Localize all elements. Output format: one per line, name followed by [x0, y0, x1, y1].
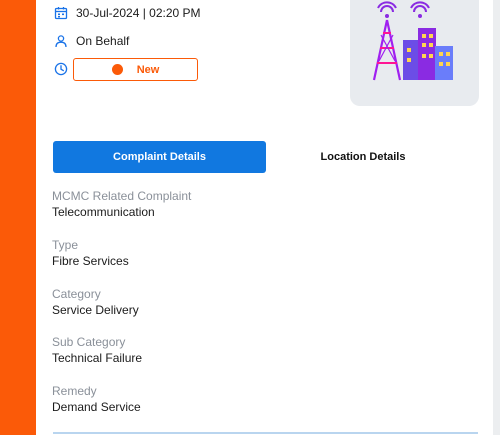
status-accent-stripe: [0, 0, 36, 435]
telecom-tower-buildings-illustration: [372, 1, 453, 81]
field-value: Demand Service: [52, 400, 141, 414]
tab-complaint-details[interactable]: Complaint Details: [53, 141, 266, 173]
field-mcmc-related-complaint: MCMC Related Complaint Telecommunication: [52, 189, 191, 220]
tab-location-details[interactable]: Location Details: [288, 141, 438, 173]
field-remedy: Remedy Demand Service: [52, 384, 141, 415]
complaint-datetime: 30-Jul-2024 | 02:20 PM: [76, 6, 201, 20]
clock-icon: [54, 62, 68, 76]
section-divider: [53, 432, 478, 434]
field-category: Category Service Delivery: [52, 287, 139, 318]
field-sub-category: Sub Category Technical Failure: [52, 335, 142, 366]
field-label: Remedy: [52, 384, 97, 398]
status-dot: [111, 64, 123, 75]
status-badge: New: [73, 58, 198, 81]
field-value: Fibre Services: [52, 254, 129, 268]
person-icon: [55, 35, 67, 48]
on-behalf-row: On Behalf: [54, 34, 129, 48]
calendar-icon: [54, 7, 68, 20]
on-behalf-label: On Behalf: [76, 34, 130, 48]
status-text: New: [136, 63, 160, 76]
field-value: Service Delivery: [52, 303, 139, 317]
date-row: 30-Jul-2024 | 02:20 PM: [54, 6, 201, 20]
field-value: Telecommunication: [52, 205, 155, 219]
field-label: Type: [52, 238, 79, 252]
page-background-edge: [493, 0, 500, 435]
complaint-card: 30-Jul-2024 | 02:20 PM On Behalf New Com…: [36, 0, 493, 435]
field-value: Technical Failure: [52, 351, 143, 365]
field-label: Sub Category: [52, 335, 126, 349]
field-label: Category: [52, 287, 101, 301]
field-type: Type Fibre Services: [52, 238, 129, 269]
field-label: MCMC Related Complaint: [52, 189, 192, 203]
telecom-illustration: [350, 0, 479, 106]
